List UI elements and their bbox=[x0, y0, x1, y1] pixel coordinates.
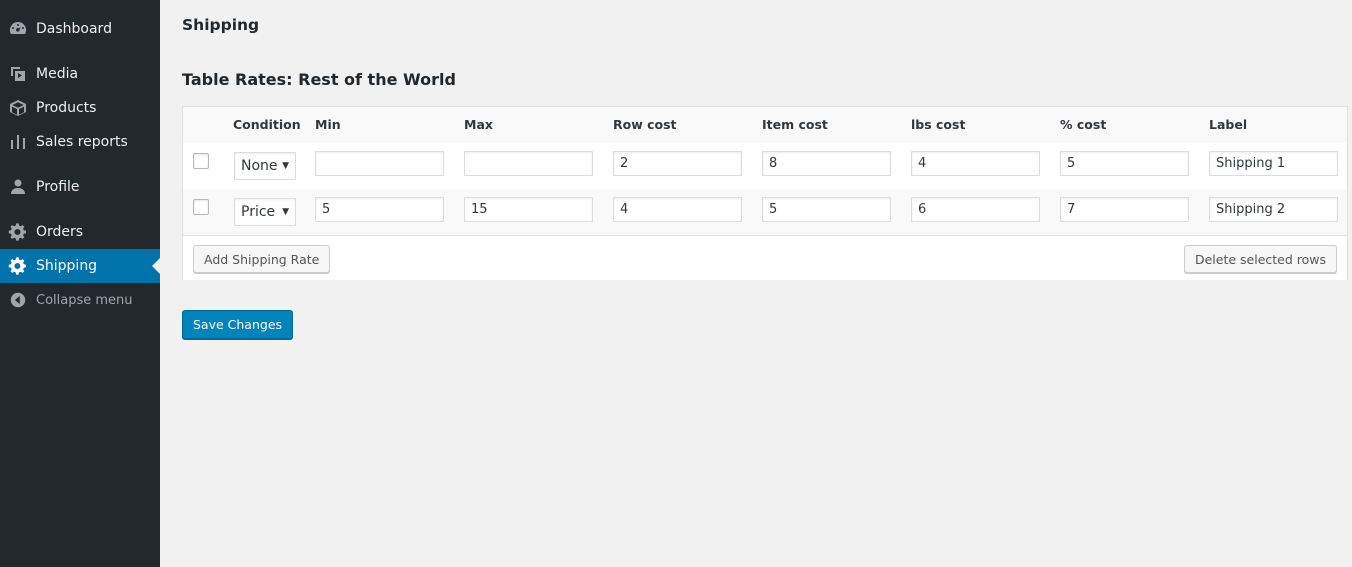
label-input[interactable] bbox=[1209, 151, 1338, 176]
pct-cost-input[interactable] bbox=[1060, 151, 1189, 176]
item-cost-input[interactable] bbox=[762, 197, 891, 222]
condition-select[interactable]: None ▼ bbox=[234, 152, 296, 180]
shipping-rates-table: Condition Min Max Row cost Item cost lbs… bbox=[182, 106, 1348, 280]
row-select-checkbox[interactable] bbox=[193, 153, 209, 169]
table-row: Price ▼ bbox=[183, 189, 1347, 235]
sidebar-item-sales-reports[interactable]: Sales reports bbox=[0, 125, 160, 159]
column-header-condition: Condition bbox=[233, 117, 301, 132]
pct-cost-input[interactable] bbox=[1060, 197, 1189, 222]
sidebar-item-shipping[interactable]: Shipping bbox=[0, 249, 160, 283]
column-header-row-cost: Row cost bbox=[613, 117, 677, 132]
section-title: Table Rates: Rest of the World bbox=[182, 70, 456, 89]
page-title: Shipping bbox=[182, 16, 260, 34]
min-input[interactable] bbox=[315, 197, 444, 222]
dashboard-icon bbox=[0, 12, 36, 46]
sidebar-item-label: Products bbox=[36, 100, 97, 116]
table-header: Condition Min Max Row cost Item cost lbs… bbox=[183, 107, 1347, 143]
max-input[interactable] bbox=[464, 197, 593, 222]
table-footer: Add Shipping Rate Delete selected rows bbox=[183, 235, 1347, 280]
sidebar-item-label: Media bbox=[36, 66, 79, 82]
add-shipping-rate-button[interactable]: Add Shipping Rate bbox=[193, 245, 331, 273]
sidebar-item-label: Dashboard bbox=[36, 21, 112, 37]
sidebar-item-label: Orders bbox=[36, 224, 84, 240]
sidebar-item-label: Collapse menu bbox=[36, 292, 133, 308]
sidebar-item-dashboard[interactable]: Dashboard bbox=[0, 12, 160, 46]
sidebar-item-products[interactable]: Products bbox=[0, 91, 160, 125]
sidebar-item-orders[interactable]: Orders bbox=[0, 215, 160, 249]
max-input[interactable] bbox=[464, 151, 593, 176]
gear-icon bbox=[0, 215, 36, 249]
save-changes-button[interactable]: Save Changes bbox=[182, 310, 294, 339]
sidebar-item-profile[interactable]: Profile bbox=[0, 170, 160, 204]
lbs-cost-input[interactable] bbox=[911, 197, 1040, 222]
collapse-arrow-icon bbox=[0, 283, 36, 317]
min-input[interactable] bbox=[315, 151, 444, 176]
collapse-menu-button[interactable]: Collapse menu bbox=[0, 283, 160, 317]
column-header-max: Max bbox=[464, 117, 493, 132]
column-header-lbs-cost: lbs cost bbox=[911, 117, 966, 132]
media-icon bbox=[0, 57, 36, 91]
row-cost-input[interactable] bbox=[613, 197, 742, 222]
products-icon bbox=[0, 91, 36, 125]
user-icon bbox=[0, 170, 36, 204]
gear-icon bbox=[0, 249, 36, 283]
column-header-label: Label bbox=[1209, 117, 1248, 132]
column-header-min: Min bbox=[315, 117, 341, 132]
row-cost-input[interactable] bbox=[613, 151, 742, 176]
sidebar-item-media[interactable]: Media bbox=[0, 57, 160, 91]
condition-select[interactable]: Price ▼ bbox=[234, 198, 296, 226]
sidebar-item-label: Sales reports bbox=[36, 134, 128, 150]
column-header-pct-cost: % cost bbox=[1060, 117, 1107, 132]
table-row: None ▼ bbox=[183, 143, 1347, 189]
condition-select-value: Price bbox=[241, 204, 276, 220]
lbs-cost-input[interactable] bbox=[911, 151, 1040, 176]
delete-selected-rows-button[interactable]: Delete selected rows bbox=[1183, 245, 1337, 273]
column-header-item-cost: Item cost bbox=[762, 117, 828, 132]
sidebar-item-label: Profile bbox=[36, 179, 80, 195]
dropdown-caret-icon: ▼ bbox=[282, 161, 289, 171]
label-input[interactable] bbox=[1209, 197, 1338, 222]
admin-sidebar: Dashboard Media Products Sales reports P… bbox=[0, 0, 160, 567]
row-select-checkbox[interactable] bbox=[193, 199, 209, 215]
sidebar-item-label: Shipping bbox=[36, 258, 98, 274]
condition-select-value: None bbox=[241, 158, 278, 174]
item-cost-input[interactable] bbox=[762, 151, 891, 176]
dropdown-caret-icon: ▼ bbox=[282, 207, 289, 217]
chart-bar-icon bbox=[0, 125, 36, 159]
